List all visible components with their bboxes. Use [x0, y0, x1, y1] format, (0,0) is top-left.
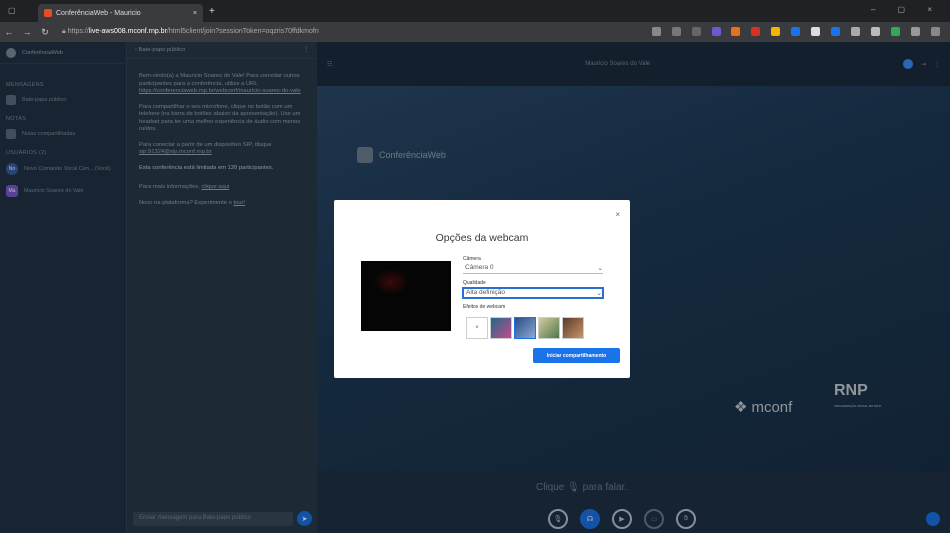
new-tab-icon[interactable]: +	[209, 6, 215, 17]
profile-icon[interactable]	[931, 26, 940, 36]
effect-option[interactable]	[490, 317, 512, 339]
quality-select[interactable]: Alta definição ⌄	[462, 287, 604, 299]
settings-icon[interactable]	[911, 26, 921, 36]
effects-label: Efeitos de webcam	[463, 304, 506, 310]
webcam-preview	[361, 261, 451, 331]
no-effect-option[interactable]: ×	[466, 317, 488, 339]
reload-icon[interactable]: ↻	[36, 27, 54, 38]
window-controls[interactable]: – ▢ ×	[871, 5, 942, 14]
extension-icon[interactable]	[851, 26, 861, 36]
quality-label: Qualidade	[463, 280, 486, 286]
reader-icon[interactable]	[651, 26, 661, 36]
chevron-down-icon: ⌄	[596, 290, 602, 297]
favorite-icon[interactable]	[691, 26, 701, 36]
url-field[interactable]: 🔒︎ https://live-aws008.mconf.rnp.br/html…	[62, 28, 319, 36]
lock-icon: 🔒︎	[62, 28, 66, 35]
extension-icon[interactable]	[731, 26, 741, 36]
extension-icon[interactable]	[751, 26, 761, 36]
start-sharing-button[interactable]: Iniciar compartilhamento	[533, 348, 620, 363]
effect-option[interactable]	[514, 317, 536, 339]
browser-tab-bar: ▢ ConferênciaWeb - Mauricio × + – ▢ ×	[0, 0, 950, 22]
favicon-icon	[44, 9, 52, 17]
close-icon[interactable]: ×	[615, 210, 620, 219]
extension-icon[interactable]	[791, 26, 801, 36]
back-icon[interactable]: ←	[0, 27, 18, 37]
read-aloud-icon[interactable]	[671, 26, 681, 36]
effects-list: ×	[466, 317, 584, 339]
extension-icon[interactable]	[831, 26, 841, 36]
modal-title: Opções da webcam	[435, 232, 529, 244]
extension-icon[interactable]	[811, 26, 821, 36]
extensions-bar	[643, 26, 940, 38]
extension-icon[interactable]	[871, 26, 881, 36]
close-tab-icon[interactable]: ×	[193, 10, 197, 17]
window-menu-icon[interactable]: ▢	[8, 6, 16, 15]
webcam-options-modal: × Opções da webcam Câmera Câmera 0 ⌄ Qua…	[334, 200, 630, 378]
browser-tab[interactable]: ConferênciaWeb - Mauricio ×	[38, 4, 203, 22]
camera-select[interactable]: Câmera 0 ⌄	[463, 264, 603, 274]
forward-icon[interactable]: →	[18, 27, 36, 37]
effect-option[interactable]	[562, 317, 584, 339]
camera-label: Câmera	[463, 256, 481, 262]
tab-title: ConferênciaWeb - Mauricio	[56, 9, 141, 17]
extension-icon[interactable]	[771, 26, 781, 36]
chevron-down-icon: ⌄	[597, 265, 603, 272]
extension-icon[interactable]	[711, 26, 721, 36]
address-bar: ← → ↻ 🔒︎ https://live-aws008.mconf.rnp.b…	[0, 22, 950, 42]
extension-icon[interactable]	[891, 26, 901, 36]
effect-option[interactable]	[538, 317, 560, 339]
